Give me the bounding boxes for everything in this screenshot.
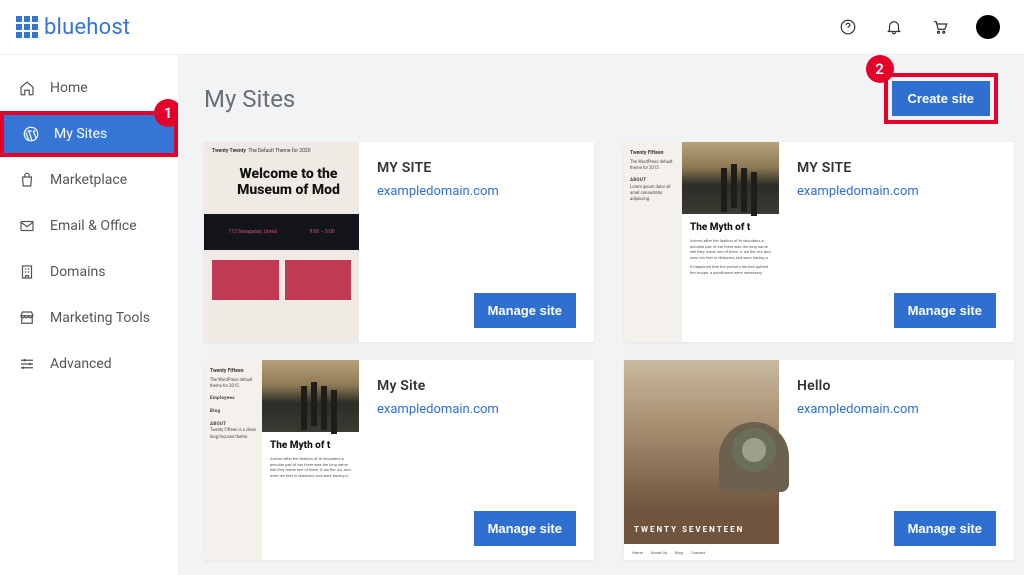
site-card: TWENTY SEVENTEEN Home About Us Blog Cont… [624,360,1014,560]
bell-icon[interactable] [884,17,904,37]
site-name: My Site [377,378,576,394]
site-domain-link[interactable]: exampledomain.com [377,184,576,199]
mail-icon [18,217,36,235]
sidebar-item-label: Email & Office [50,218,137,234]
site-meta: MY SITE exampledomain.com Manage site [779,142,1014,342]
site-meta: Hello exampledomain.com Manage site [779,360,1014,560]
layout: Home My Sites 1 Marketplace Email & Offi… [0,55,1024,575]
grid-icon [16,16,38,38]
sidebar-item-label: Home [50,80,88,96]
sidebar-item-home[interactable]: Home [0,65,178,111]
sidebar-item-label: Domains [50,264,105,280]
brand-text: bluehost [44,15,130,40]
manage-site-button[interactable]: Manage site [474,511,576,546]
main: My Sites Create site 2 Twenty Twenty The… [178,55,1024,575]
theme-label: Twenty Twenty The Default Theme for 2020 [204,142,359,156]
avatar[interactable] [976,15,1000,39]
topbar-right [838,15,1000,39]
thumb-article: The Myth of t Arrived after the fashion … [262,432,359,478]
site-meta: MY SITE exampledomain.com Manage site [359,142,594,342]
manage-site-button[interactable]: Manage site [894,293,996,328]
help-icon[interactable] [838,17,858,37]
building-icon [18,263,36,281]
sidebar-item-domains[interactable]: Domains [0,249,178,295]
home-icon [18,79,36,97]
sliders-icon [18,355,36,373]
manage-site-button[interactable]: Manage site [894,511,996,546]
thumb-blocks [204,250,359,300]
sidebar-item-advanced[interactable]: Advanced [0,341,178,387]
store-icon [18,309,36,327]
thumb-hero-text: Welcome to theMuseum of Mod [204,156,359,208]
wordpress-icon [22,125,40,143]
site-thumbnail: Twenty Twenty The Default Theme for 2020… [204,142,359,342]
sidebar-item-marketing[interactable]: Marketing Tools [0,295,178,341]
thumb-sidebar: Twenty Fifteen The WordPress default the… [204,360,262,560]
sidebar: Home My Sites 1 Marketplace Email & Offi… [0,55,178,575]
site-card: Twenty Fifteen The WordPress default the… [624,142,1014,342]
site-card: Twenty Twenty The Default Theme for 2020… [204,142,594,342]
site-thumbnail: Twenty Fifteen The WordPress default the… [204,360,359,560]
thumb-photo [262,360,359,432]
site-card: Twenty Fifteen The WordPress default the… [204,360,594,560]
thumb-info-bar: 113 Sveagatan, Umeå 9:00 – 5:00 [204,214,359,250]
site-name: Hello [797,378,996,394]
manage-site-button[interactable]: Manage site [474,293,576,328]
site-name: MY SITE [377,160,576,176]
thumb-content: The Myth of t Arrived after the fashion … [262,360,359,560]
topbar: bluehost [0,0,1024,55]
create-site-highlight: Create site [884,73,998,124]
site-name: MY SITE [797,160,996,176]
sidebar-item-mysites[interactable]: My Sites [0,111,178,157]
site-domain-link[interactable]: exampledomain.com [377,402,576,417]
sidebar-item-label: Marketing Tools [50,310,150,326]
thumb-content: The Myth of t Arrived after the fashion … [682,142,779,342]
page-title: My Sites [204,85,295,113]
site-thumbnail: Twenty Fifteen The WordPress default the… [624,142,779,342]
sidebar-item-label: Marketplace [50,172,127,188]
create-site-button[interactable]: Create site [892,81,990,116]
sidebar-item-email[interactable]: Email & Office [0,203,178,249]
sidebar-item-label: Advanced [50,356,112,372]
site-domain-link[interactable]: exampledomain.com [797,402,996,417]
site-thumbnail: TWENTY SEVENTEEN Home About Us Blog Cont… [624,360,779,560]
site-meta: My Site exampledomain.com Manage site [359,360,594,560]
thumb-sidebar: Twenty Fifteen The WordPress default the… [624,142,682,342]
bag-icon [18,171,36,189]
cart-icon[interactable] [930,17,950,37]
thumb-photo [682,142,779,214]
annotation-badge-2: 2 [866,55,894,83]
thumb-article: The Myth of t Arrived after the fashion … [682,214,779,276]
thumb-plant [719,422,789,492]
brand-logo[interactable]: bluehost [16,15,130,40]
thumb-nav-bar: Home About Us Blog Contact [624,544,779,560]
site-domain-link[interactable]: exampledomain.com [797,184,996,199]
sidebar-item-marketplace[interactable]: Marketplace [0,157,178,203]
page-head: My Sites Create site 2 [204,73,998,124]
sites-grid: Twenty Twenty The Default Theme for 2020… [204,142,998,560]
thumb-overlay-title: TWENTY SEVENTEEN [634,525,744,534]
sidebar-item-label: My Sites [54,126,107,142]
